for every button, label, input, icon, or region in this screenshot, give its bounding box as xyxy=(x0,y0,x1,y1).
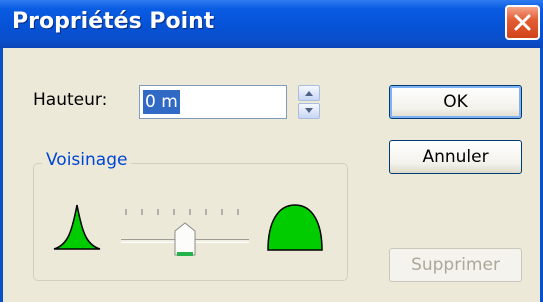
neighborhood-group-title: Voisinage xyxy=(42,150,132,170)
height-spin-down-button[interactable] xyxy=(298,103,320,119)
title-bar[interactable]: Propriétés Point xyxy=(0,0,543,48)
height-label: Hauteur: xyxy=(33,90,108,110)
neighborhood-slider-thumb[interactable] xyxy=(174,222,196,258)
height-spin-up-button[interactable] xyxy=(298,85,320,101)
spin-down-icon xyxy=(305,108,313,113)
close-icon xyxy=(514,14,531,31)
slider-ticks xyxy=(125,209,239,215)
sharp-peak-icon xyxy=(53,204,101,250)
delete-button: Supprimer xyxy=(389,248,522,282)
smooth-dome-icon xyxy=(267,204,323,251)
height-input[interactable]: 0 m xyxy=(139,85,287,119)
ok-button[interactable]: OK xyxy=(389,85,522,119)
window-title: Propriétés Point xyxy=(12,9,215,34)
height-input-value: 0 m xyxy=(143,90,180,114)
cancel-button[interactable]: Annuler xyxy=(389,140,522,174)
close-button[interactable] xyxy=(505,5,540,40)
spin-up-icon xyxy=(305,91,313,96)
